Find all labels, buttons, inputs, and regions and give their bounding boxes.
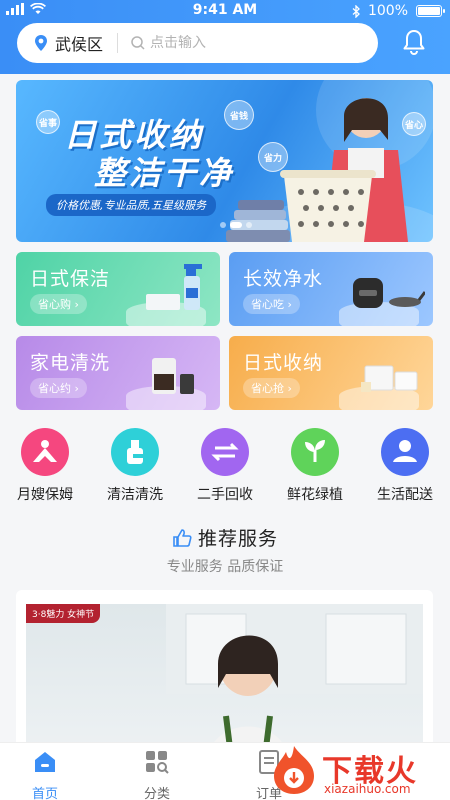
recommend-subtitle: 专业服务 品质保证 bbox=[166, 559, 284, 575]
search-input[interactable] bbox=[150, 35, 311, 51]
search-icon bbox=[131, 36, 145, 50]
service-label: 鲜花绿植 bbox=[287, 487, 343, 503]
recommend-title-text: 推荐服务 bbox=[197, 528, 278, 550]
tab-label: 分类 bbox=[143, 787, 170, 800]
service-delivery[interactable]: 生活配送 bbox=[365, 428, 445, 504]
location-pin-icon[interactable] bbox=[33, 34, 49, 52]
category-title: 日式保洁 bbox=[30, 268, 111, 290]
search-bar: 武侯区 bbox=[17, 23, 378, 63]
header: 9:41 AM 100% 武侯区 bbox=[0, 0, 450, 74]
banner-bubble-effort: 省力 bbox=[258, 142, 288, 172]
service-recycle[interactable]: 二手回收 bbox=[185, 428, 265, 504]
search-divider bbox=[117, 33, 119, 53]
category-title: 家电清洗 bbox=[30, 352, 111, 374]
category-tag: 省心抢 › bbox=[243, 378, 300, 398]
flame-logo-icon bbox=[274, 746, 314, 794]
cleaning-icon bbox=[111, 428, 159, 476]
category-card-japanese-cleaning[interactable]: 日式保洁 省心购 › bbox=[16, 252, 220, 326]
banner-pagination bbox=[220, 222, 252, 228]
womens-day-badge: 3·8魅力 女神节 bbox=[26, 604, 101, 623]
service-nanny[interactable]: 月嫂保姆 bbox=[5, 428, 85, 504]
tab-category[interactable]: 分类 bbox=[112, 749, 202, 800]
banner-bubble-hassle: 省事 bbox=[36, 110, 60, 134]
tab-home[interactable]: 首页 bbox=[0, 749, 90, 800]
thumbs-up-icon bbox=[173, 529, 192, 547]
banner-dot[interactable] bbox=[246, 222, 252, 228]
service-label: 生活配送 bbox=[377, 487, 433, 503]
banner-subtitle: 价格优惠,专业品质,五星级服务 bbox=[46, 194, 216, 216]
watermark-logo: 下载火 xiazaihuo.com bbox=[270, 740, 450, 800]
notification-bell-icon[interactable] bbox=[400, 28, 428, 56]
service-plants[interactable]: 鲜花绿植 bbox=[275, 428, 355, 504]
service-cleaning[interactable]: 清洁清洗 bbox=[95, 428, 175, 504]
category-card-appliance-cleaning[interactable]: 家电清洗 省心约 › bbox=[16, 336, 220, 410]
app-screen: 9:41 AM 100% 武侯区 点击输入 省钱 省力 省事 省心 日式收纳 整… bbox=[0, 0, 450, 800]
service-label: 清洁清洗 bbox=[107, 487, 163, 503]
location-selector[interactable]: 武侯区 bbox=[55, 31, 103, 55]
recommend-title: 推荐服务 bbox=[0, 524, 450, 551]
recommend-photo: 3·8魅力 女神节 bbox=[26, 604, 423, 750]
nanny-icon bbox=[21, 428, 69, 476]
delivery-icon bbox=[381, 428, 429, 476]
category-title: 日式收纳 bbox=[243, 352, 324, 374]
tab-label: 首页 bbox=[31, 787, 58, 800]
service-label: 月嫂保姆 bbox=[17, 487, 73, 503]
banner-bubble-money: 省钱 bbox=[224, 100, 254, 130]
banner-dot[interactable] bbox=[220, 222, 226, 228]
category-tag: 省心购 › bbox=[30, 294, 87, 314]
battery-fill bbox=[418, 7, 440, 15]
spray-bottle-icon bbox=[146, 264, 202, 310]
battery-icon bbox=[416, 5, 445, 17]
bluetooth-icon bbox=[352, 4, 360, 18]
battery-percent: 100% bbox=[367, 3, 408, 19]
home-icon bbox=[35, 752, 55, 772]
category-tag: 省心吃 › bbox=[243, 294, 300, 314]
recycle-icon bbox=[201, 428, 249, 476]
storage-box-icon bbox=[361, 365, 418, 392]
banner-bubble-worry: 省心 bbox=[402, 112, 426, 136]
status-right: 100% bbox=[352, 3, 445, 19]
category-title: 长效净水 bbox=[243, 268, 324, 290]
status-bar: 9:41 AM 100% bbox=[0, 0, 450, 22]
coffee-machine-icon bbox=[152, 358, 194, 394]
rice-cooker-icon bbox=[353, 278, 425, 308]
category-grid-icon bbox=[146, 751, 169, 774]
category-card-japanese-storage[interactable]: 日式收纳 省心抢 › bbox=[229, 336, 433, 410]
category-tag: 省心约 › bbox=[30, 378, 87, 398]
promo-banner[interactable]: 省钱 省力 省事 省心 日式收纳 整洁干净 价格优惠,专业品质,五星级服务 bbox=[16, 80, 433, 242]
service-label: 二手回收 bbox=[197, 487, 253, 503]
banner-title-line2: 整洁干净 bbox=[94, 154, 235, 192]
category-card-water-purifier[interactable]: 长效净水 省心吃 › bbox=[229, 252, 433, 326]
watermark-url: xiazaihuo.com bbox=[324, 782, 411, 796]
plant-icon bbox=[291, 428, 339, 476]
banner-dot[interactable] bbox=[230, 222, 242, 228]
recommend-card[interactable]: 3·8魅力 女神节 bbox=[16, 590, 433, 750]
